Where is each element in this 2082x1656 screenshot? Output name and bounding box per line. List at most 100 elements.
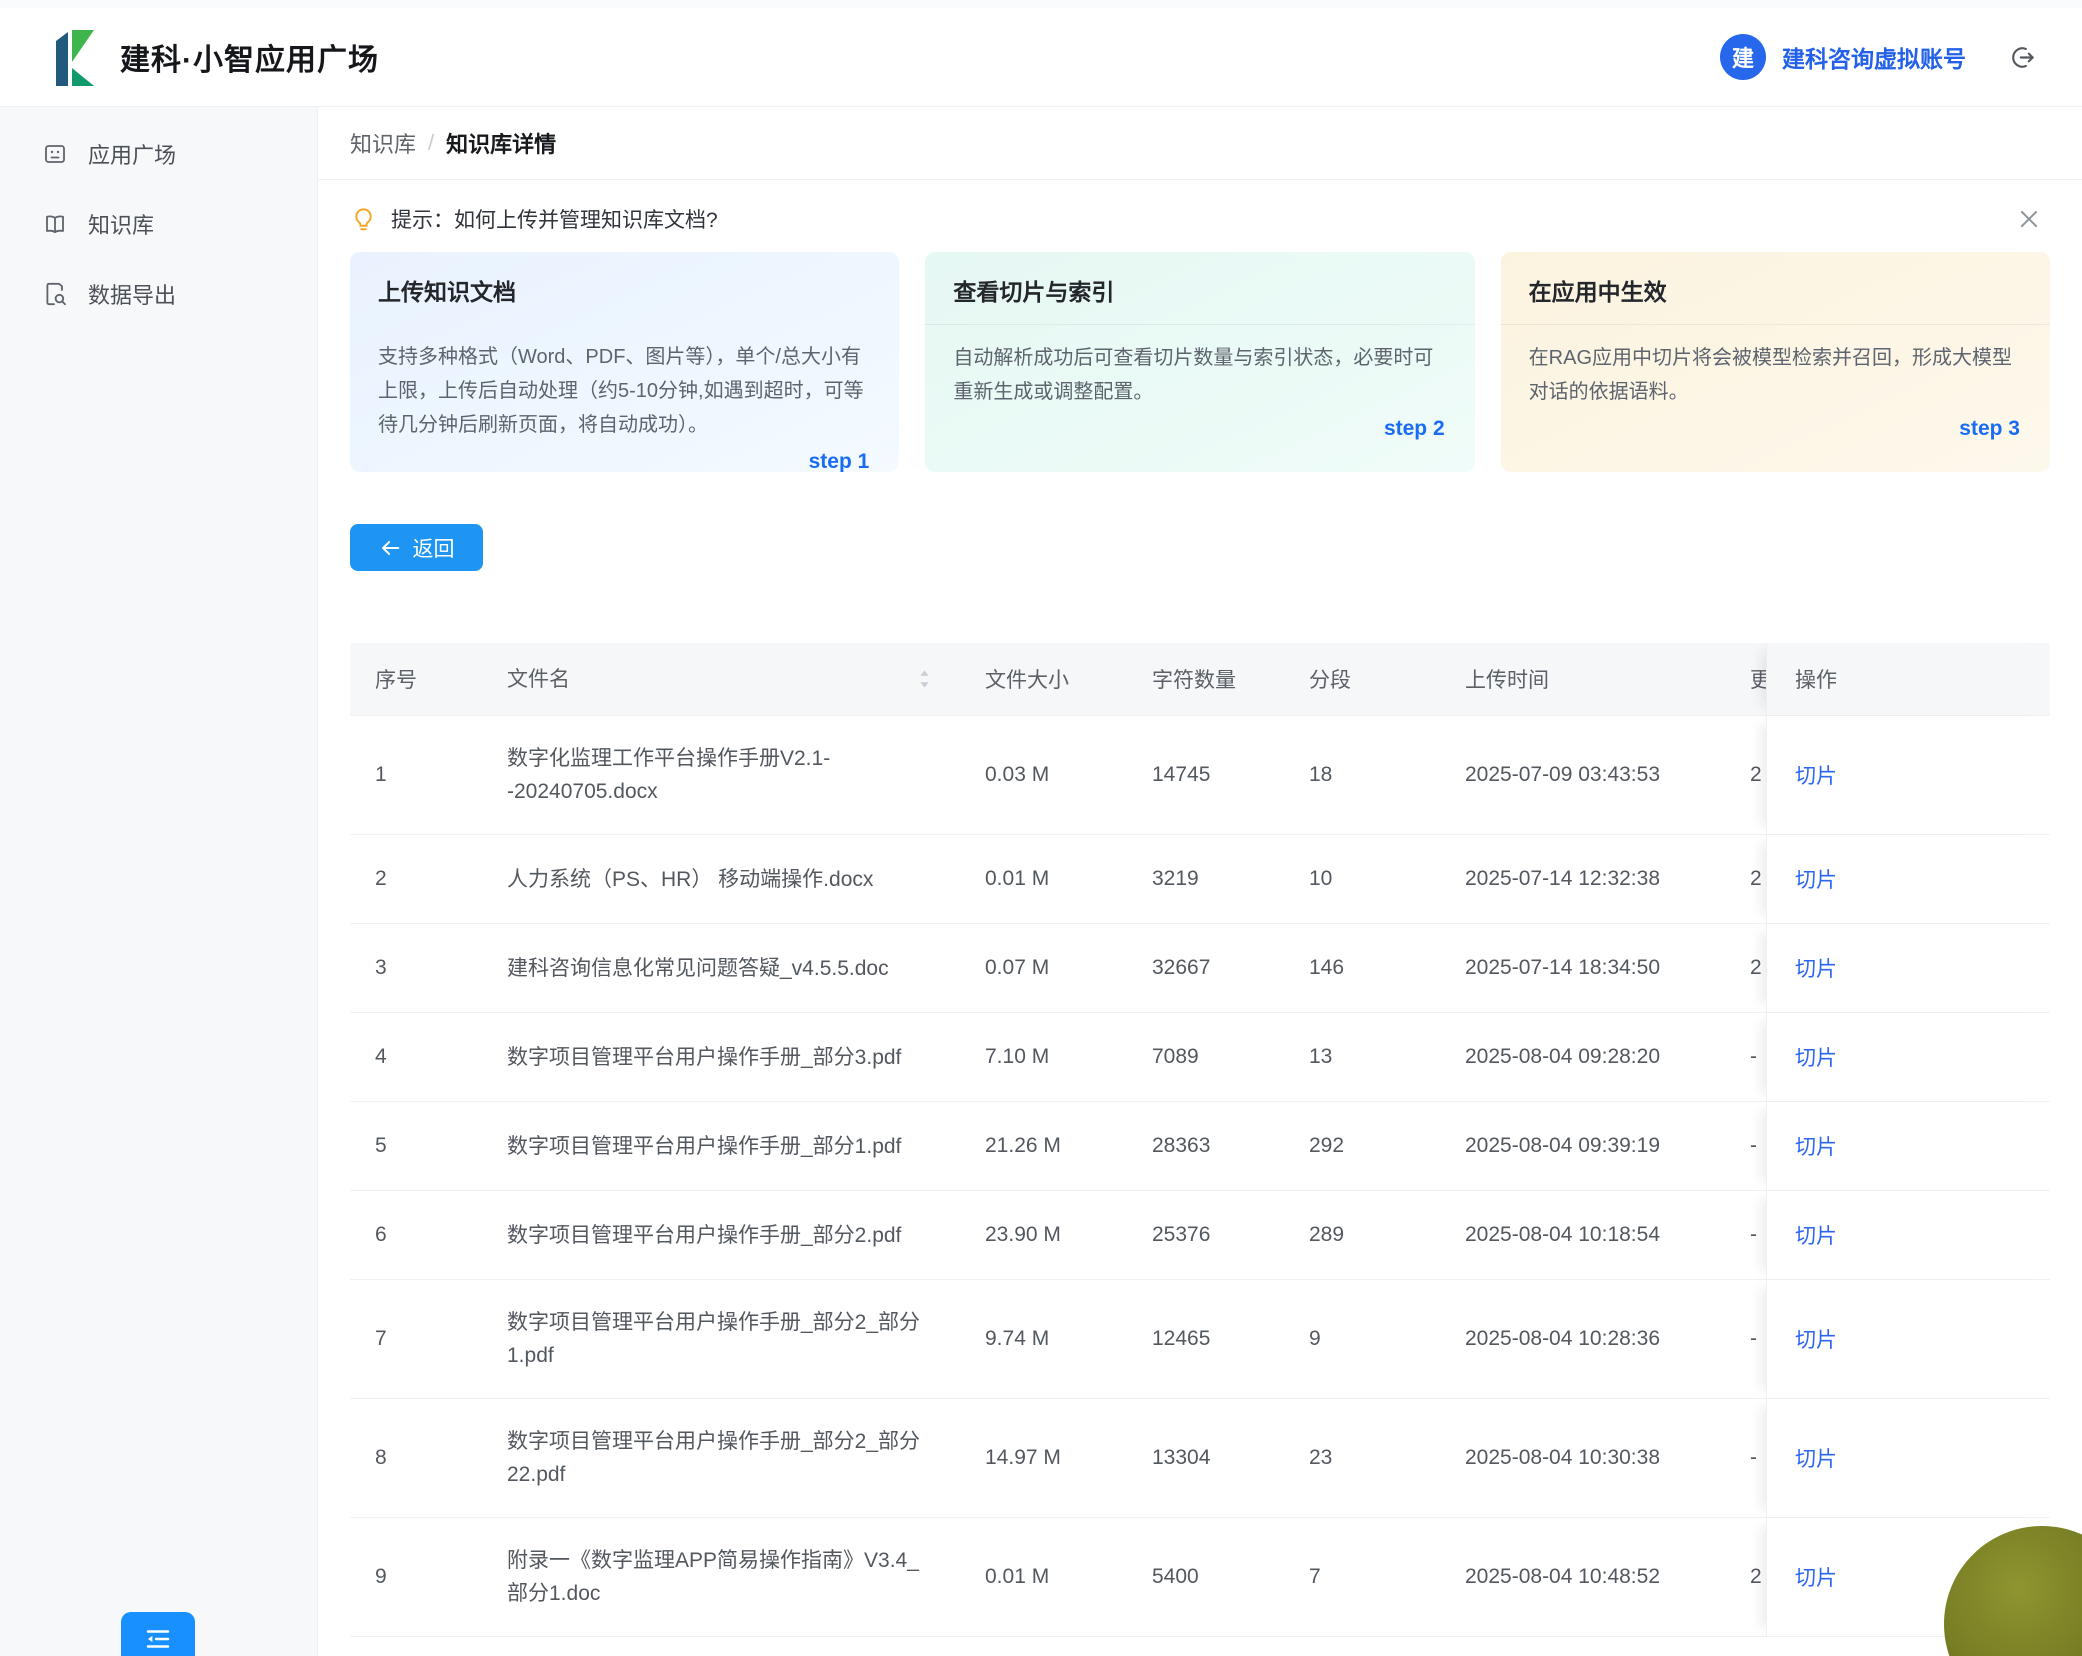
tip-banner: 提示：如何上传并管理知识库文档? — [350, 204, 2050, 234]
table-row: 1 数字化监理工作平台操作手册V2.1--20240705.docx 0.03 … — [350, 716, 2050, 835]
step-card-apply: 在应用中生效 在RAG应用中切片将会被模型检索并召回，形成大模型对话的依据语料。… — [1501, 252, 2050, 472]
cell-index: 4 — [350, 1045, 507, 1069]
cell-filesize: 7.10 M — [985, 1045, 1152, 1069]
breadcrumb-separator: / — [428, 130, 434, 156]
account-area[interactable]: 建 建科咨询虚拟账号 — [1720, 34, 2036, 80]
cell-filename: 数字项目管理平台用户操作手册_部分2_部分22.pdf — [507, 1399, 985, 1517]
table-row: 7 数字项目管理平台用户操作手册_部分2_部分1.pdf 9.74 M 1246… — [350, 1280, 2050, 1399]
cell-filesize: 0.01 M — [985, 867, 1152, 891]
arrow-left-icon — [379, 537, 401, 559]
avatar[interactable]: 建 — [1720, 34, 1766, 80]
cell-hidden-column-sliver: 2 — [1750, 956, 1766, 980]
cell-filesize: 0.01 M — [985, 1565, 1152, 1589]
cell-charcount: 25376 — [1152, 1223, 1309, 1247]
cell-hidden-column-sliver: 2 — [1750, 867, 1766, 891]
cell-action: 切片 — [1766, 1013, 2050, 1101]
header-action: 操作 — [1766, 643, 2050, 715]
cell-filename: 附录一《数字监理APP简易操作指南》V3.4_部分1.doc — [507, 1518, 985, 1636]
cell-uploaded: 2025-07-14 12:32:38 — [1465, 867, 1750, 891]
table-row: 5 数字项目管理平台用户操作手册_部分1.pdf 21.26 M 28363 2… — [350, 1102, 2050, 1191]
breadcrumb: 知识库 / 知识库详情 — [318, 107, 2082, 180]
cell-charcount: 14745 — [1152, 763, 1309, 787]
slice-link[interactable]: 切片 — [1795, 760, 1837, 790]
cell-filesize: 9.74 M — [985, 1327, 1152, 1351]
cell-index: 9 — [350, 1565, 507, 1589]
cell-hidden-column-sliver: 2 — [1750, 1565, 1766, 1589]
header-action-label: 操作 — [1795, 664, 1837, 694]
header-filename: 文件名 — [507, 663, 985, 696]
card-body: 自动解析成功后可查看切片数量与索引状态，必要时可重新生成或调整配置。 — [925, 325, 1474, 409]
cell-filesize: 0.03 M — [985, 763, 1152, 787]
cell-segments: 7 — [1309, 1565, 1465, 1589]
window-top-strip — [0, 0, 2082, 8]
sidebar-item-label: 数据导出 — [88, 278, 176, 310]
slice-link[interactable]: 切片 — [1795, 1443, 1837, 1473]
slice-link[interactable]: 切片 — [1795, 864, 1837, 894]
step-label: step 3 — [1501, 409, 2050, 441]
cell-segments: 23 — [1309, 1446, 1465, 1470]
slice-link[interactable]: 切片 — [1795, 1324, 1837, 1354]
app-title: 建科·小智应用广场 — [120, 35, 379, 79]
card-title: 查看切片与索引 — [925, 252, 1474, 324]
cell-hidden-column-sliver: - — [1750, 1045, 1766, 1069]
cell-action: 切片 — [1766, 835, 2050, 923]
sidebar: 应用广场 知识库 数据导出 — [0, 107, 318, 1656]
card-title: 在应用中生效 — [1501, 252, 2050, 324]
cell-action: 切片 — [1766, 716, 2050, 834]
cell-segments: 9 — [1309, 1327, 1465, 1351]
step-label: step 1 — [350, 442, 899, 472]
table-row: 9 附录一《数字监理APP简易操作指南》V3.4_部分1.doc 0.01 M … — [350, 1518, 2050, 1637]
cell-uploaded: 2025-08-04 10:48:52 — [1465, 1565, 1750, 1589]
breadcrumb-parent[interactable]: 知识库 — [350, 127, 416, 159]
close-icon[interactable] — [2016, 206, 2042, 232]
back-button-label: 返回 — [413, 533, 455, 563]
cell-index: 6 — [350, 1223, 507, 1247]
cell-index: 8 — [350, 1446, 507, 1470]
cell-filesize: 21.26 M — [985, 1134, 1152, 1158]
cell-action: 切片 — [1766, 1191, 2050, 1279]
table-row: 2 人力系统（PS、HR） 移动端操作.docx 0.01 M 3219 10 … — [350, 835, 2050, 924]
cell-index: 5 — [350, 1134, 507, 1158]
cell-charcount: 32667 — [1152, 956, 1309, 980]
slice-link[interactable]: 切片 — [1795, 953, 1837, 983]
table-row: 6 数字项目管理平台用户操作手册_部分2.pdf 23.90 M 25376 2… — [350, 1191, 2050, 1280]
cell-segments: 292 — [1309, 1134, 1465, 1158]
topbar: 建科·小智应用广场 建 建科咨询虚拟账号 — [0, 8, 2082, 107]
card-body: 支持多种格式（Word、PDF、图片等），单个/总大小有上限，上传后自动处理（约… — [350, 324, 899, 442]
slice-link[interactable]: 切片 — [1795, 1042, 1837, 1072]
header-charcount: 字符数量 — [1152, 664, 1309, 694]
cell-hidden-column-sliver: - — [1750, 1446, 1766, 1470]
slice-link[interactable]: 切片 — [1795, 1220, 1837, 1250]
cell-segments: 289 — [1309, 1223, 1465, 1247]
sidebar-collapse-button[interactable] — [121, 1612, 195, 1656]
cell-index: 3 — [350, 956, 507, 980]
cell-action: 切片 — [1766, 1280, 2050, 1398]
cell-filesize: 14.97 M — [985, 1446, 1152, 1470]
header-filesize: 文件大小 — [985, 664, 1152, 694]
cell-index: 2 — [350, 867, 507, 891]
step-label: step 2 — [925, 409, 1474, 441]
cell-index: 7 — [350, 1327, 507, 1351]
cell-uploaded: 2025-08-04 09:28:20 — [1465, 1045, 1750, 1069]
main-content: 知识库 / 知识库详情 提示：如何上传并管理知识库文档? — [318, 107, 2082, 1656]
back-button[interactable]: 返回 — [350, 524, 483, 571]
header-hidden-column-sliver: 更 — [1750, 664, 1766, 694]
slice-link[interactable]: 切片 — [1795, 1562, 1837, 1592]
breadcrumb-current: 知识库详情 — [446, 127, 556, 159]
logout-icon[interactable] — [2008, 43, 2036, 71]
sidebar-item-knowledge-base[interactable]: 知识库 — [0, 189, 317, 259]
cell-charcount: 28363 — [1152, 1134, 1309, 1158]
sidebar-item-app-plaza[interactable]: 应用广场 — [0, 119, 317, 189]
sidebar-item-label: 应用广场 — [88, 138, 176, 170]
brand-logo-icon — [46, 28, 100, 86]
slice-link[interactable]: 切片 — [1795, 1131, 1837, 1161]
account-name[interactable]: 建科咨询虚拟账号 — [1782, 40, 1966, 74]
sidebar-item-data-export[interactable]: 数据导出 — [0, 259, 317, 329]
step-card-upload: 上传知识文档 支持多种格式（Word、PDF、图片等），单个/总大小有上限，上传… — [350, 252, 899, 472]
cell-index: 1 — [350, 763, 507, 787]
cell-action: 切片 — [1766, 1102, 2050, 1190]
cell-hidden-column-sliver: 2 — [1750, 763, 1766, 787]
cell-charcount: 7089 — [1152, 1045, 1309, 1069]
cell-uploaded: 2025-07-14 18:34:50 — [1465, 956, 1750, 980]
sort-caret-icon[interactable] — [918, 668, 931, 690]
